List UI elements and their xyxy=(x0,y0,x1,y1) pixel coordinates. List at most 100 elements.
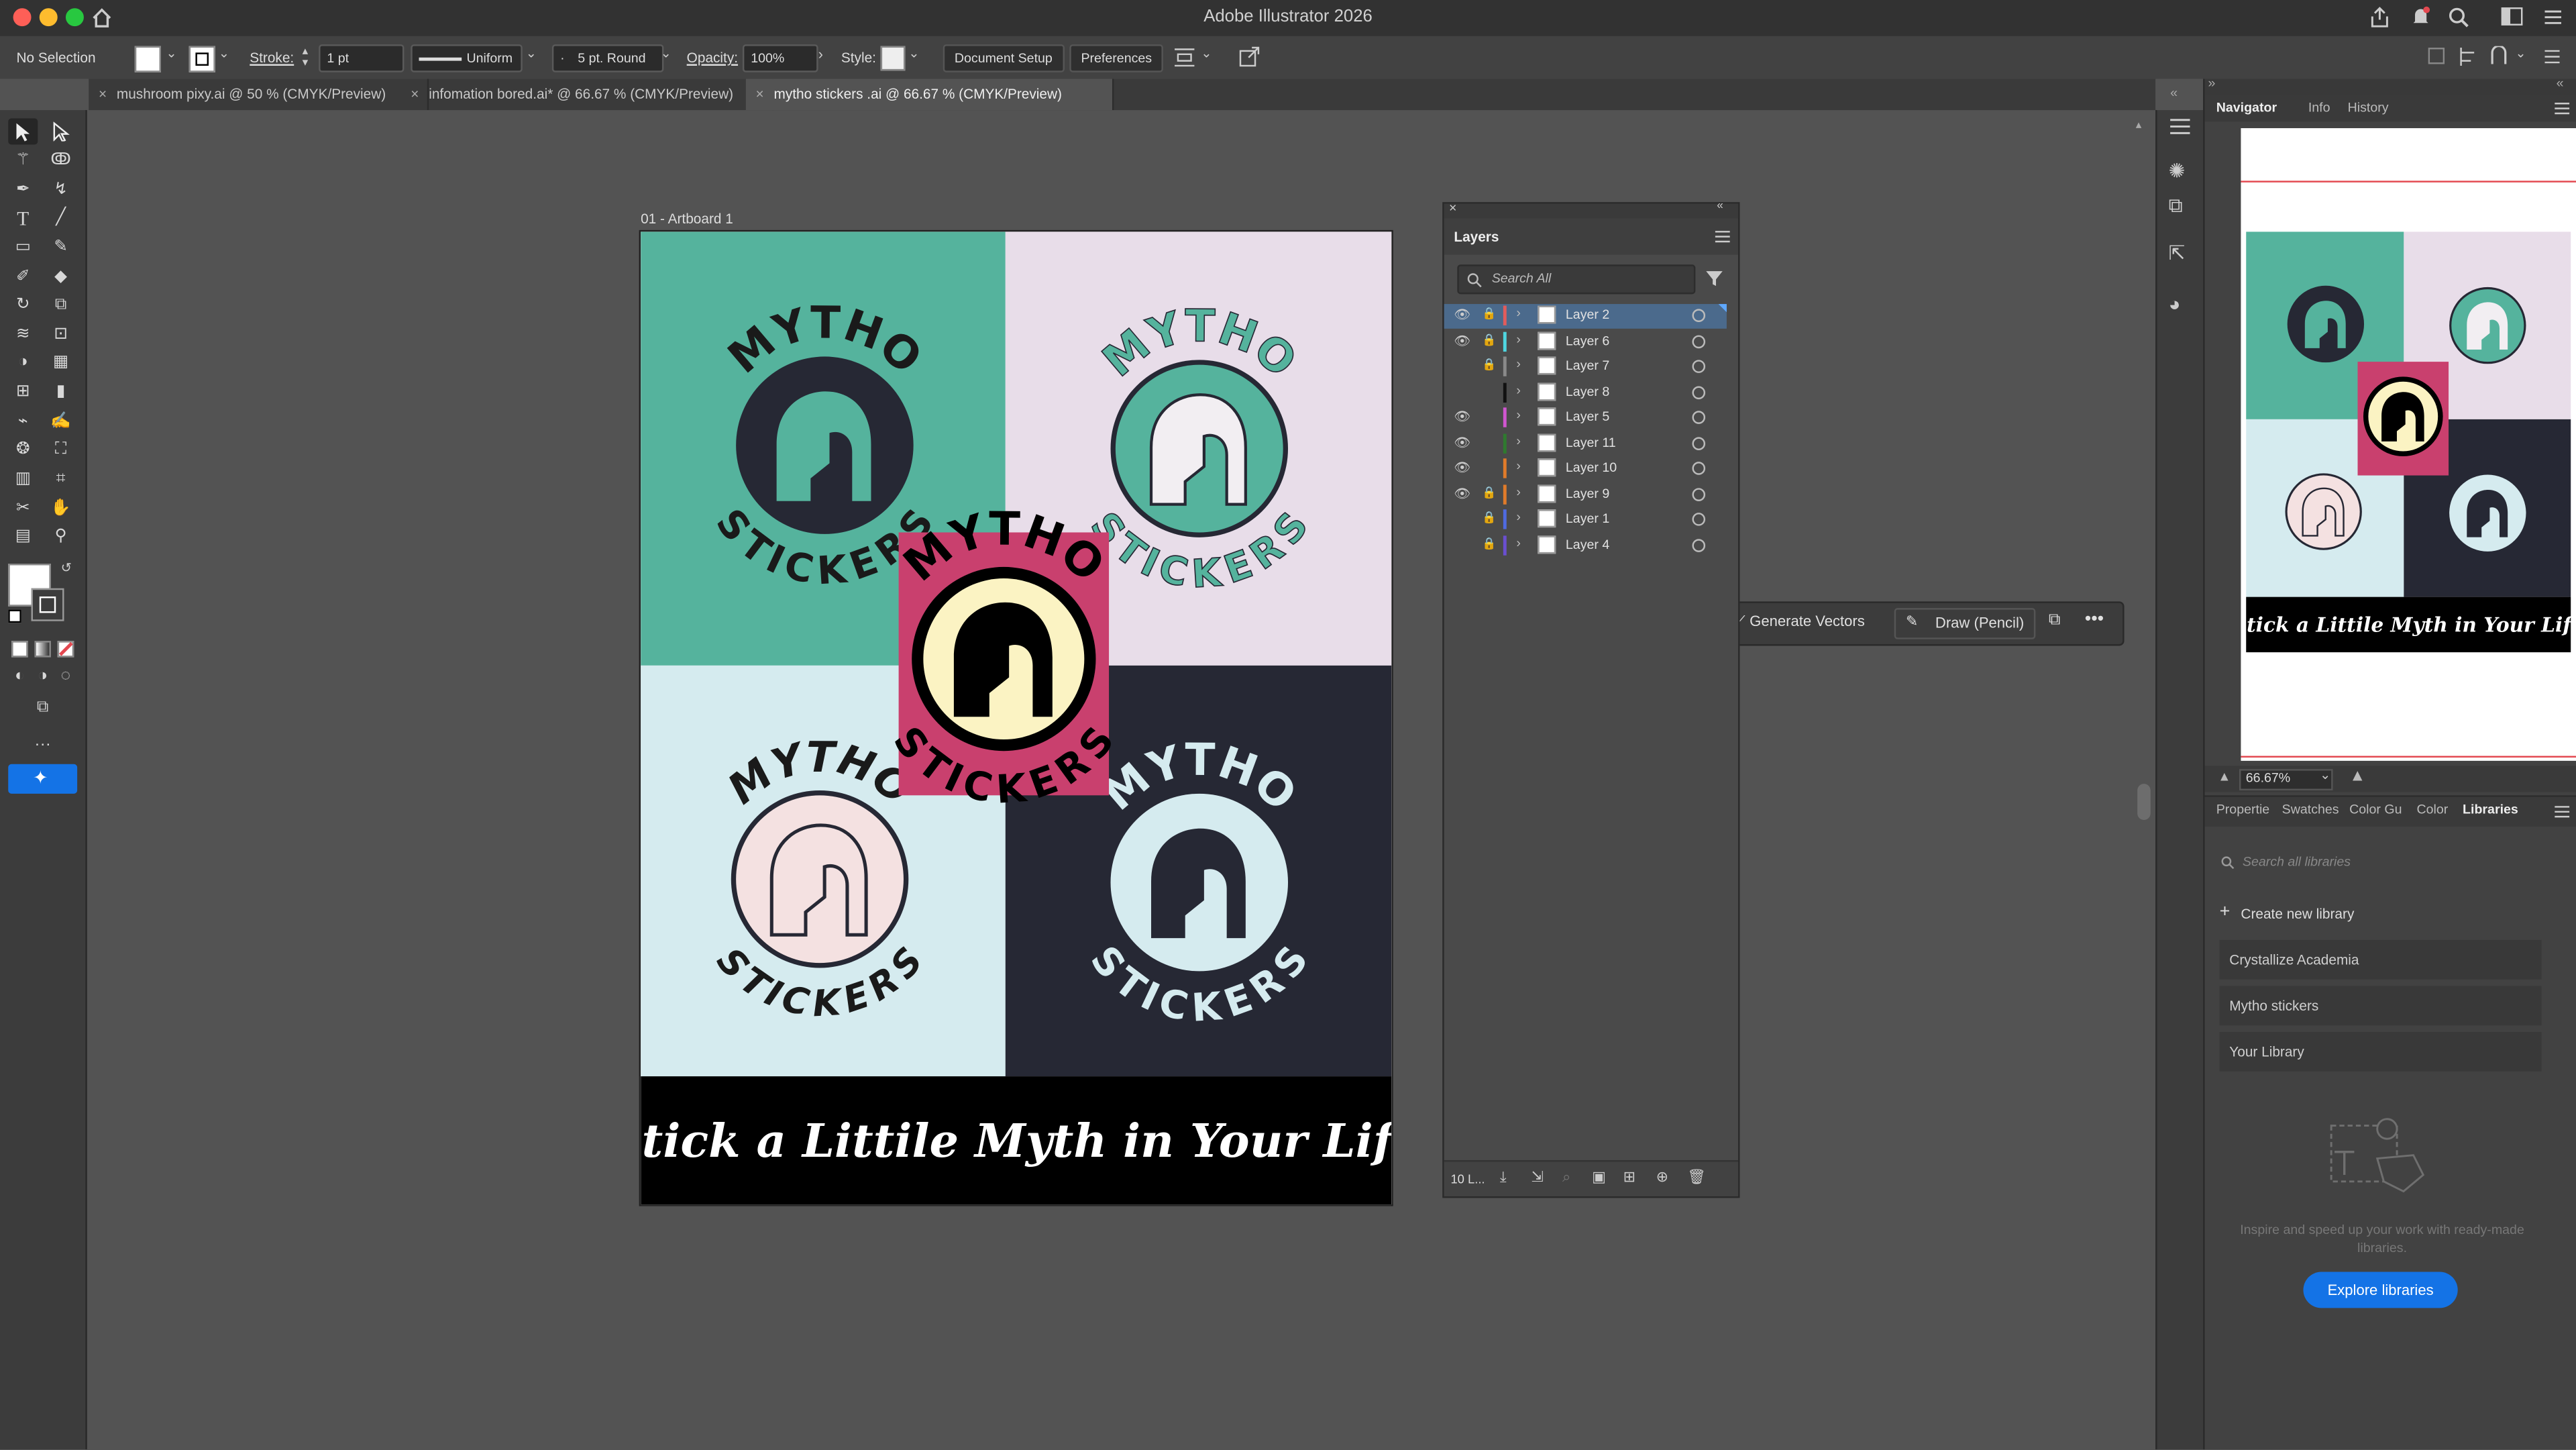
target-circle-icon[interactable] xyxy=(1692,411,1706,424)
lock-icon[interactable]: 🔒 xyxy=(1482,537,1496,550)
target-circle-icon[interactable] xyxy=(1692,513,1706,526)
image-trace-icon[interactable]: ⧉ xyxy=(2049,611,2060,629)
chevron-right-icon[interactable]: › xyxy=(1516,433,1521,448)
target-circle-icon[interactable] xyxy=(1692,462,1706,475)
variable-width-profile[interactable]: Uniform xyxy=(411,44,523,72)
layer-name[interactable]: Layer 7 xyxy=(1566,358,1609,373)
brush-definition[interactable]: · 5 pt. Round xyxy=(551,44,664,72)
draw-behind-icon[interactable]: ◑ xyxy=(32,666,54,688)
target-circle-icon[interactable] xyxy=(1692,360,1706,373)
chevron-right-icon[interactable]: › xyxy=(1516,535,1521,550)
chevron-right-icon[interactable]: › xyxy=(1516,484,1521,499)
chevron-right-icon[interactable]: › xyxy=(818,46,823,62)
menu-icon[interactable] xyxy=(2543,48,2561,66)
perspective-grid-tool-icon[interactable]: ▦ xyxy=(49,352,72,374)
tab-color[interactable]: Color xyxy=(2416,802,2448,817)
tab-mushroom-pixy[interactable]: × mushroom pixy.ai @ 50 % (CMYK/Preview) xyxy=(89,79,429,111)
generate-vectors-button[interactable]: Generate Vectors xyxy=(1750,613,1865,629)
symbol-sprayer-tool-icon[interactable]: ❂ xyxy=(11,439,34,462)
new-sublayer-icon[interactable]: ⊞ xyxy=(1623,1168,1635,1186)
lock-icon[interactable]: 🔒 xyxy=(1482,511,1496,524)
visibility-eye-icon[interactable]: 👁 xyxy=(1454,435,1470,450)
gradient-mode-icon[interactable] xyxy=(34,641,51,658)
zoom-in-icon[interactable]: ▲ xyxy=(2349,768,2365,786)
export-selection-icon[interactable]: ⇲ xyxy=(1531,1168,1543,1186)
plus-icon[interactable]: + xyxy=(2220,902,2231,922)
stroke-color-swatch[interactable] xyxy=(31,588,64,621)
distribute-icon[interactable] xyxy=(2458,46,2477,68)
navigator-preview[interactable]: Stick a Littile Myth in Your Life xyxy=(2241,128,2576,761)
chevron-down-icon[interactable]: ⌄ xyxy=(166,46,176,61)
panel-menu-icon[interactable] xyxy=(2169,117,2192,136)
layer-row[interactable]: 🔒 › Layer 4 xyxy=(1444,533,1727,558)
layer-row[interactable]: 🔒 › Layer 7 xyxy=(1444,355,1727,380)
collapse-icon[interactable]: » xyxy=(2208,76,2215,91)
layer-name[interactable]: Layer 4 xyxy=(1566,537,1609,552)
create-library-button[interactable]: Create new library xyxy=(2241,905,2354,921)
layer-row[interactable]: 👁 🔒 › Layer 9 xyxy=(1444,482,1727,507)
close-icon[interactable]: × xyxy=(99,79,107,111)
library-item-your-library[interactable]: Your Library xyxy=(2219,1031,2542,1072)
explore-libraries-button[interactable]: Explore libraries xyxy=(2303,1272,2458,1308)
tab-color-guide[interactable]: Color Gu xyxy=(2349,802,2402,817)
layer-row[interactable]: 👁 › Layer 11 xyxy=(1444,431,1727,456)
tab-infomation-bored[interactable]: × infomation bored.ai* @ 66.67 % (CMYK/Pr… xyxy=(401,79,774,111)
target-circle-icon[interactable] xyxy=(1692,334,1706,348)
target-circle-icon[interactable] xyxy=(1692,538,1706,552)
selection-tool-icon[interactable] xyxy=(13,121,33,142)
close-icon[interactable]: × xyxy=(1449,201,1456,215)
stroke-swatch[interactable] xyxy=(189,46,215,72)
eyedropper-tool-icon[interactable]: ✍ xyxy=(49,411,72,433)
curvature-tool-icon[interactable]: ↯ xyxy=(49,179,72,202)
target-circle-icon[interactable] xyxy=(1692,487,1706,501)
lasso-tool-icon[interactable]: ↂ xyxy=(49,150,72,172)
warp-tool-icon[interactable]: ≋ xyxy=(11,323,34,346)
document-setup-button[interactable]: Document Setup xyxy=(943,44,1064,72)
rotate-tool-icon[interactable]: ↻ xyxy=(11,294,34,317)
close-icon[interactable]: × xyxy=(411,79,419,111)
pathfinder-icon[interactable]: ◕ xyxy=(2169,293,2181,315)
layers-title[interactable]: Layers xyxy=(1454,228,1499,244)
target-circle-icon[interactable] xyxy=(1692,385,1706,399)
panel-menu-icon[interactable] xyxy=(1715,230,1730,244)
hand-tool-icon[interactable]: ✋ xyxy=(49,498,72,521)
screen-mode-icon[interactable]: ⧉ xyxy=(32,696,54,719)
free-transform-tool-icon[interactable]: ⊡ xyxy=(49,323,72,346)
line-tool-icon[interactable]: ╱ xyxy=(49,207,72,230)
artboard[interactable]: MYTHO STICKERS MYTHO STICKERS MYTHO STIC… xyxy=(641,231,1392,1205)
direct-selection-tool-icon[interactable] xyxy=(51,121,70,142)
layers-search-field[interactable]: Search All xyxy=(1457,264,1696,295)
zoom-tool-icon[interactable]: ⚲ xyxy=(49,526,72,549)
tab-libraries[interactable]: Libraries xyxy=(2463,802,2518,817)
chevron-right-icon[interactable]: › xyxy=(1516,509,1521,524)
close-icon[interactable]: × xyxy=(756,79,764,111)
vertical-scrollbar[interactable]: ▴ xyxy=(2133,118,2152,1449)
export-icon[interactable]: ⇱ xyxy=(2169,242,2186,264)
chevron-down-icon[interactable]: ⌄ xyxy=(526,46,537,61)
layer-name[interactable]: Layer 9 xyxy=(1566,486,1609,501)
magic-wand-tool-icon[interactable]: ⚚ xyxy=(11,150,34,172)
layer-row[interactable]: 👁 🔒 › Layer 2 xyxy=(1444,304,1727,329)
layer-row[interactable]: 🔒 › Layer 1 xyxy=(1444,508,1727,533)
eraser-tool-icon[interactable]: ◆ xyxy=(49,266,72,289)
visibility-eye-icon[interactable]: 👁 xyxy=(1454,333,1470,348)
sticker-navy[interactable]: MYTHO STICKERS xyxy=(1081,734,1317,1031)
library-item-mytho-stickers[interactable]: Mytho stickers xyxy=(2219,986,2542,1026)
filter-icon[interactable] xyxy=(1705,270,1723,288)
visibility-eye-icon[interactable]: 👁 xyxy=(1454,460,1470,475)
generative-ai-button[interactable]: ✦ xyxy=(8,764,78,794)
chevron-down-icon[interactable]: ⌄ xyxy=(2515,46,2526,61)
pen-tool-icon[interactable]: ✒ xyxy=(11,179,34,202)
rectangle-tool-icon[interactable]: ▭ xyxy=(11,237,34,260)
notification-bell-icon[interactable] xyxy=(2410,5,2432,28)
shape-builder-tool-icon[interactable]: ◑ xyxy=(11,352,34,374)
library-item-crystallize-academia[interactable]: Crystallize Academia xyxy=(2219,939,2542,980)
layer-name[interactable]: Layer 6 xyxy=(1566,333,1609,348)
tab-properties[interactable]: Propertie xyxy=(2216,802,2270,817)
scrollbar-thumb[interactable] xyxy=(2137,784,2151,821)
mesh-tool-icon[interactable]: ⊞ xyxy=(11,381,34,404)
tab-mytho-stickers[interactable]: × mytho stickers .ai @ 66.67 % (CMYK/Prev… xyxy=(745,79,1114,111)
grid-icon[interactable] xyxy=(2428,48,2445,64)
collapse-icon[interactable]: « xyxy=(1717,201,1723,212)
draw-inside-icon[interactable]: ◌ xyxy=(54,666,77,688)
